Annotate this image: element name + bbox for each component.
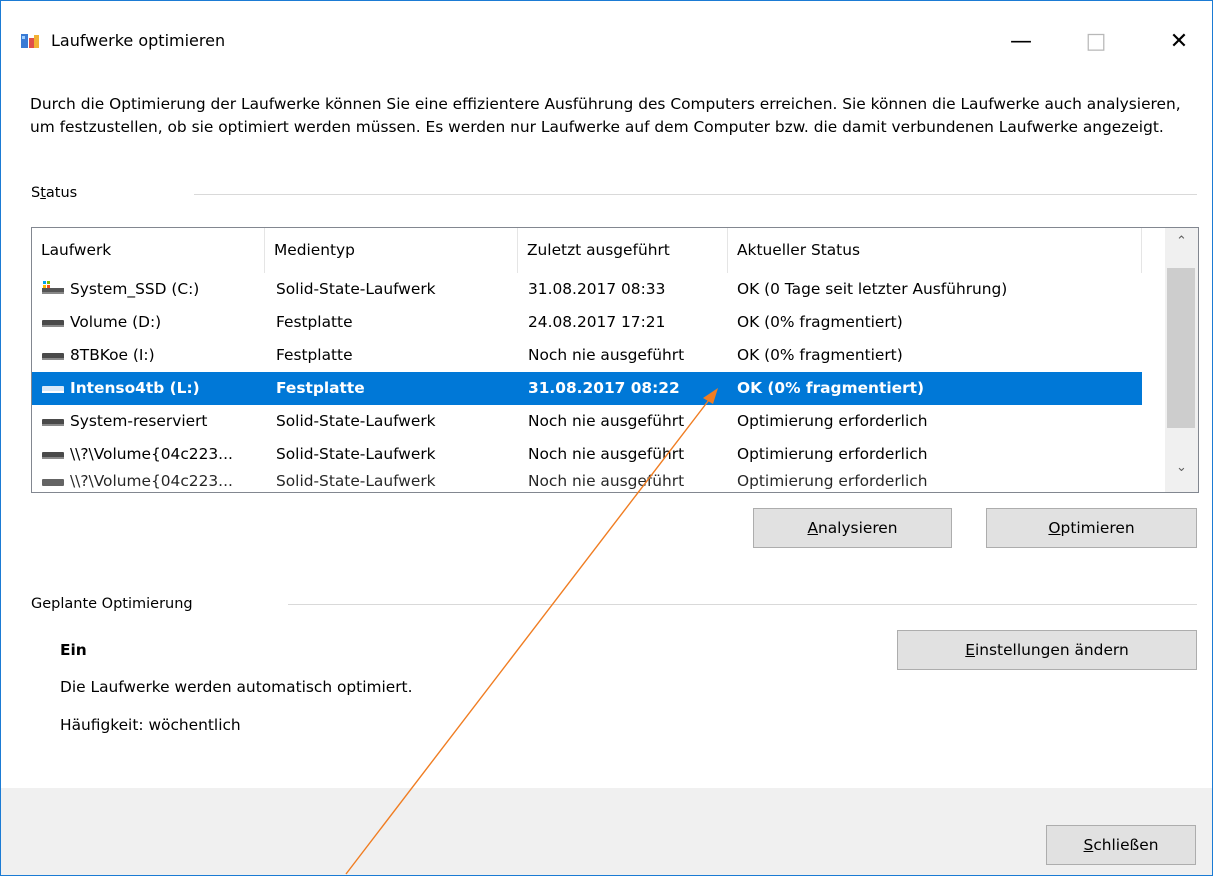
change-settings-button[interactable]: Einstellungen ändern (897, 630, 1197, 670)
drive-list-header: Laufwerk Medientyp Zuletzt ausgeführt Ak… (32, 228, 1142, 273)
schedule-frequency: Häufigkeit: wöchentlich (60, 716, 241, 734)
column-header-drive[interactable]: Laufwerk (32, 228, 265, 273)
close-window-button[interactable]: ✕ (1149, 19, 1209, 63)
maximize-icon: □ (1085, 28, 1107, 54)
scroll-up-icon[interactable]: ⌃ (1165, 234, 1198, 249)
last-run: Noch nie ausgeführt (528, 445, 685, 463)
optimize-label: ptimieren (1060, 519, 1135, 537)
footer-bar: Schließen (1, 788, 1212, 875)
last-run: Noch nie ausgeführt (528, 472, 685, 490)
schedule-divider (288, 604, 1197, 605)
defrag-app-icon (21, 34, 39, 48)
status-group-label: Status (31, 185, 77, 201)
analyze-accel: A (807, 519, 818, 537)
minimize-button[interactable]: — (991, 19, 1051, 63)
system-drive-icon (42, 280, 64, 294)
current-status: Optimierung erforderlich (737, 472, 928, 490)
drive-list-scrollbar[interactable]: ⌃ ⌄ (1165, 228, 1198, 492)
status-label-part: S (31, 185, 41, 201)
current-status: OK (0% fragmentiert) (737, 379, 925, 397)
schedule-description: Die Laufwerke werden automatisch optimie… (60, 678, 413, 696)
current-status: Optimierung erforderlich (737, 445, 928, 463)
drive-name: \\?\Volume{04c223... (70, 472, 233, 490)
status-label-part: atus (45, 185, 78, 201)
media-type: Solid-State-Laufwerk (276, 445, 436, 463)
close-label: chließen (1093, 836, 1159, 854)
intro-description: Durch die Optimierung der Laufwerke könn… (30, 95, 1181, 136)
column-header-last-run[interactable]: Zuletzt ausgeführt (518, 228, 728, 273)
drive-row[interactable]: Volume (D:) Festplatte 24.08.2017 17:21 … (32, 306, 1142, 339)
drive-row[interactable]: 8TBKoe (I:) Festplatte Noch nie ausgefüh… (32, 339, 1142, 372)
optimize-button[interactable]: Optimieren (986, 508, 1197, 548)
optimize-drives-window: Laufwerke optimieren — □ ✕ Durch die Opt… (0, 0, 1213, 876)
media-type: Festplatte (276, 313, 353, 331)
analyze-label: nalysieren (817, 519, 898, 537)
scrollbar-thumb[interactable] (1167, 268, 1195, 428)
window-title: Laufwerke optimieren (51, 31, 226, 50)
current-status: OK (0% fragmentiert) (737, 346, 903, 364)
last-run: 24.08.2017 17:21 (528, 313, 666, 331)
drive-row-selected[interactable]: Intenso4tb (L:) Festplatte 31.08.2017 08… (32, 372, 1142, 405)
optimize-accel: O (1048, 519, 1061, 537)
hard-drive-icon (42, 478, 64, 486)
hard-drive-icon (42, 385, 64, 393)
change-settings-accel: E (965, 641, 975, 659)
minimize-icon: — (1010, 28, 1032, 54)
hard-drive-icon (42, 319, 64, 327)
schedule-state: Ein (60, 641, 87, 659)
drive-name: Volume (D:) (70, 313, 162, 331)
title-bar[interactable]: Laufwerke optimieren — □ ✕ (1, 1, 1212, 81)
drive-row[interactable]: \\?\Volume{04c223... Solid-State-Laufwer… (32, 438, 1142, 471)
current-status: Optimierung erforderlich (737, 412, 928, 430)
column-header-media[interactable]: Medientyp (265, 228, 518, 273)
media-type: Solid-State-Laufwerk (276, 412, 436, 430)
last-run: 31.08.2017 08:33 (528, 280, 666, 298)
hard-drive-icon (42, 352, 64, 360)
drive-name: Intenso4tb (L:) (70, 379, 200, 397)
drive-name: System_SSD (C:) (70, 280, 200, 298)
status-divider (194, 194, 1197, 195)
schedule-group-label: Geplante Optimierung (31, 596, 193, 612)
current-status: OK (0 Tage seit letzter Ausführung) (737, 280, 1008, 298)
drive-name: \\?\Volume{04c223... (70, 445, 233, 463)
drive-name: System-reserviert (70, 412, 208, 430)
media-type: Festplatte (276, 379, 365, 397)
column-header-status[interactable]: Aktueller Status (728, 228, 1142, 273)
drive-name: 8TBKoe (I:) (70, 346, 155, 364)
close-button[interactable]: Schließen (1046, 825, 1196, 865)
current-status: OK (0% fragmentiert) (737, 313, 903, 331)
hard-drive-icon (42, 418, 64, 426)
drive-row-partial[interactable]: \\?\Volume{04c223... Solid-State-Laufwer… (32, 471, 1142, 491)
close-accel: S (1083, 836, 1094, 854)
analyze-button[interactable]: Analysieren (753, 508, 952, 548)
media-type: Festplatte (276, 346, 353, 364)
last-run: Noch nie ausgeführt (528, 412, 685, 430)
close-icon: ✕ (1169, 28, 1189, 54)
change-settings-label: instellungen ändern (975, 641, 1129, 659)
media-type: Solid-State-Laufwerk (276, 280, 436, 298)
scroll-down-icon[interactable]: ⌄ (1165, 460, 1198, 475)
drive-row[interactable]: System_SSD (C:) Solid-State-Laufwerk 31.… (32, 273, 1142, 306)
drive-row[interactable]: System-reserviert Solid-State-Laufwerk N… (32, 405, 1142, 438)
maximize-button[interactable]: □ (1066, 19, 1126, 63)
hard-drive-icon (42, 451, 64, 459)
last-run: Noch nie ausgeführt (528, 346, 685, 364)
drive-list[interactable]: Laufwerk Medientyp Zuletzt ausgeführt Ak… (31, 227, 1199, 493)
last-run: 31.08.2017 08:22 (528, 379, 680, 397)
media-type: Solid-State-Laufwerk (276, 472, 436, 490)
